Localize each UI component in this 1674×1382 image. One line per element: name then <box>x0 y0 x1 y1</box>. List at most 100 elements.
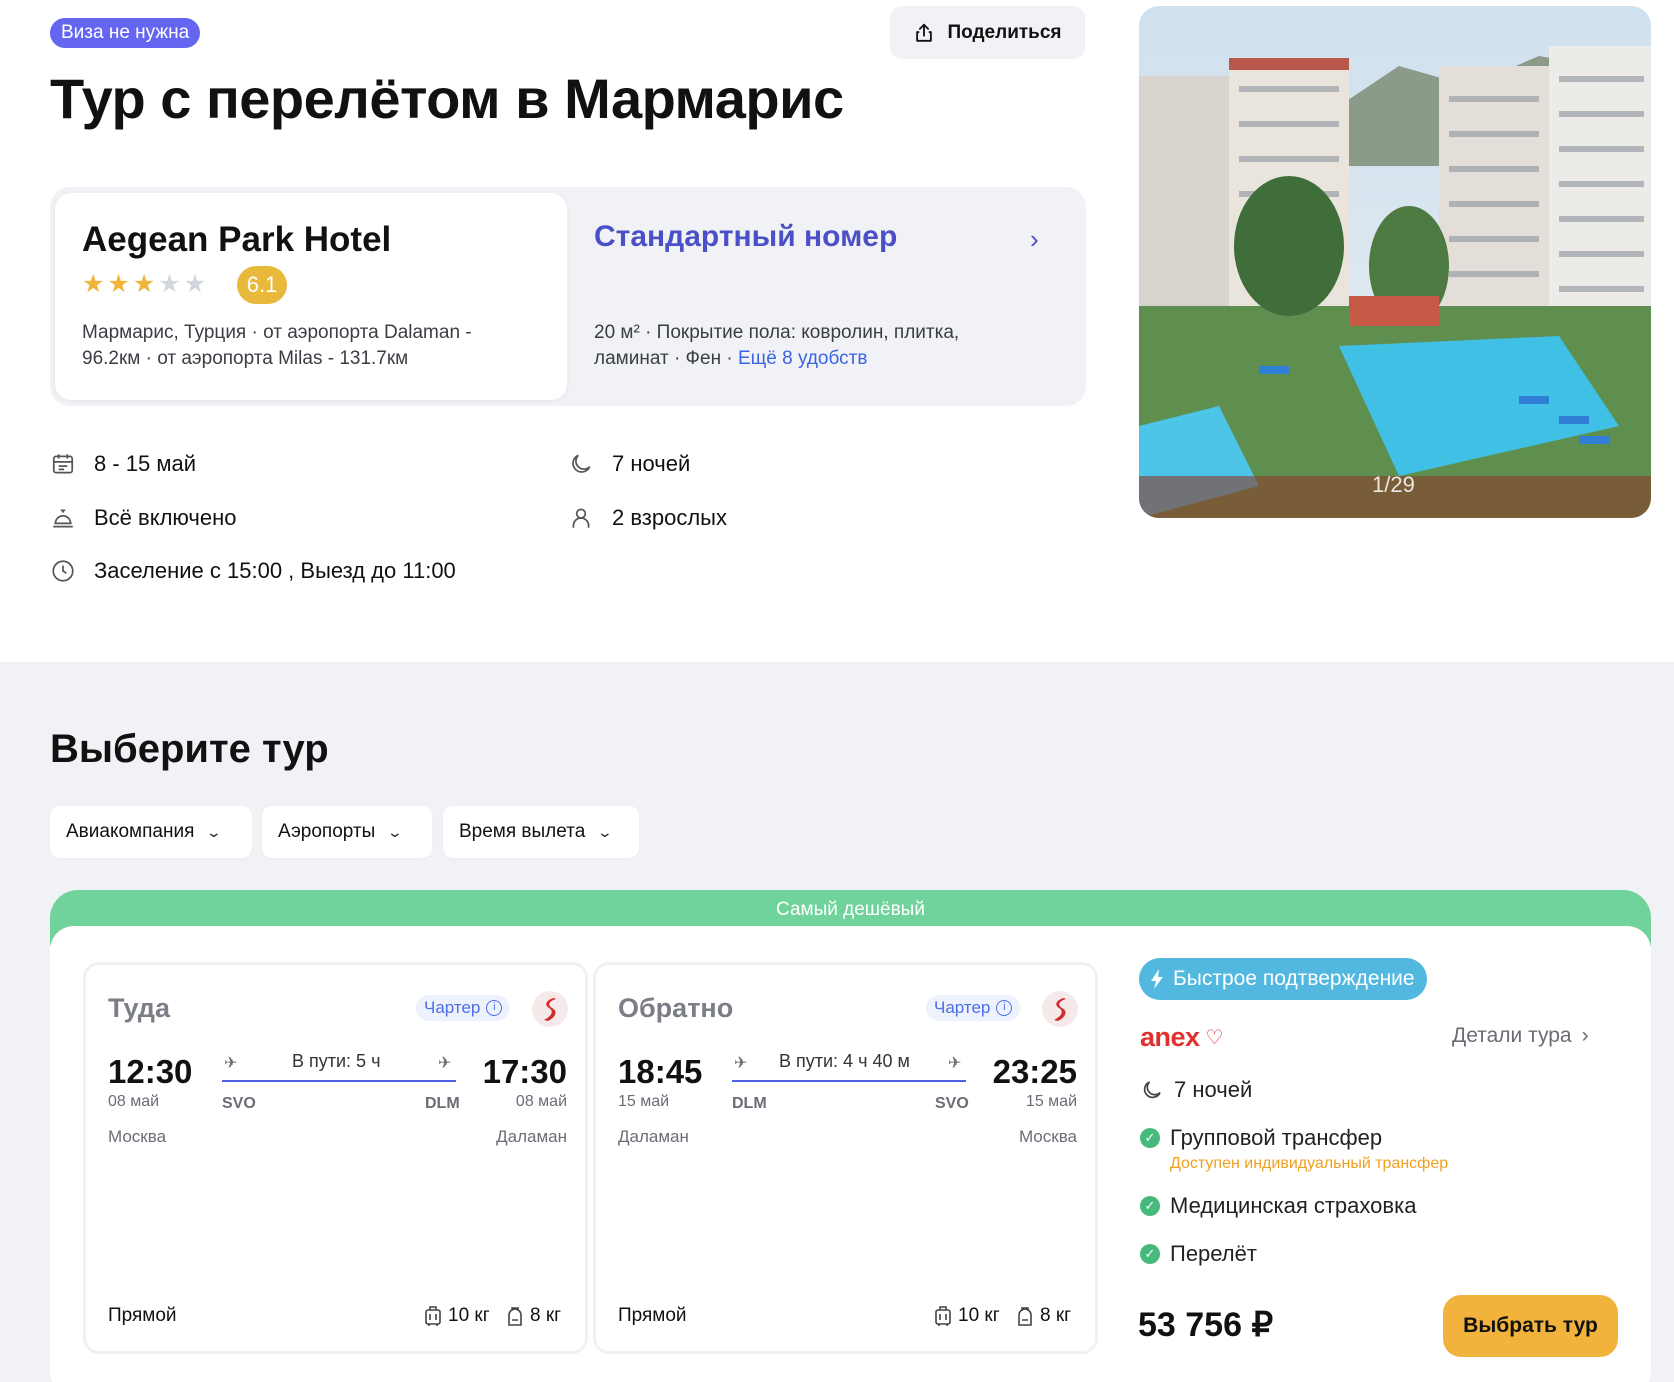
section-title: Выберите тур <box>50 727 329 771</box>
clock-icon <box>52 560 74 582</box>
airline-logo-icon <box>1042 991 1078 1027</box>
food-bell-icon <box>53 509 73 528</box>
star-icon: ★ <box>82 270 105 298</box>
trip-dates: 8 - 15 май <box>50 451 196 477</box>
moon-icon <box>1143 1081 1161 1099</box>
tour-price: 53 756 ₽ <box>1138 1306 1274 1344</box>
filter-label: Время вылета <box>459 821 586 842</box>
fast-confirmation-label: Быстрое подтверждение <box>1173 967 1415 990</box>
flight-outbound: Туда Чартер i 12:30 08 май Москва ✈ В пу… <box>83 962 588 1354</box>
arrival-airport-code: SVO <box>935 1095 969 1112</box>
arrival-city: Москва <box>1018 1127 1077 1146</box>
choose-tour-button[interactable]: Выбрать тур <box>1443 1295 1618 1357</box>
flight-type: Прямой <box>108 1305 177 1326</box>
flight-return: Обратно Чартер i 18:45 15 май Даламан ✈ … <box>593 962 1098 1354</box>
room-desc-line2: ламинат · Фен · Ещё 8 удобств <box>594 346 1054 372</box>
filter-airports[interactable]: Аэропорты ⌄ <box>262 806 432 858</box>
room-desc-line: 20 м² · Покрытие пола: ковролин, плитка, <box>594 322 960 343</box>
check-icon: ✓ <box>1140 1128 1160 1148</box>
visa-badge: Виза не нужна <box>50 18 201 48</box>
hand-luggage-weight: 8 кг <box>530 1305 562 1326</box>
landing-icon: ✈ <box>438 1055 452 1072</box>
tour-details-label: Детали тура <box>1452 1024 1572 1047</box>
star-icon: ★ <box>132 270 156 298</box>
charter-label: Чартер <box>424 998 481 1017</box>
arrival-time: 17:30 <box>482 1053 567 1090</box>
operator-logo: anex ♡ <box>1140 1022 1223 1053</box>
chevron-down-icon: ⌄ <box>206 823 223 840</box>
arrival-airport-code: DLM <box>425 1095 460 1112</box>
takeoff-icon: ✈ <box>734 1055 748 1072</box>
star-icon: ★ <box>107 270 130 298</box>
hotel-location: Мармарис, Турция · от аэропорта Dalaman … <box>82 320 522 372</box>
gallery-counter: 1/29 <box>1372 472 1415 497</box>
lightning-icon <box>1151 969 1163 989</box>
suitcase-icon <box>425 1306 441 1326</box>
filter-departure-time[interactable]: Время вылета ⌄ <box>443 806 639 858</box>
calendar-icon <box>52 454 74 474</box>
route-line <box>222 1080 456 1082</box>
page-title: Тур с перелётом в Мармарис <box>50 67 844 130</box>
moon-icon <box>572 454 591 473</box>
operator-name: anex <box>1140 1022 1200 1052</box>
departure-date: 08 май <box>108 1093 160 1110</box>
hotel-photo[interactable] <box>1139 6 1651 518</box>
charter-label: Чартер <box>934 998 991 1017</box>
filter-airline[interactable]: Авиакомпания ⌄ <box>50 806 252 858</box>
charter-badge[interactable]: Чартер i <box>416 995 511 1021</box>
check-icon: ✓ <box>1140 1196 1160 1216</box>
hand-luggage-info: 8 кг <box>506 1305 561 1327</box>
arrival-date: 15 май <box>1025 1093 1077 1110</box>
hotel-photo-illustration <box>1139 6 1651 518</box>
star-icon: ★ <box>183 270 207 298</box>
hotel-name[interactable]: Aegean Park Hotel <box>82 220 391 260</box>
charter-badge[interactable]: Чартер i <box>926 995 1021 1021</box>
flight-duration: В пути: 4 ч 40 м <box>779 1051 910 1071</box>
trip-meal: Всё включено <box>50 505 237 531</box>
hand-luggage-icon <box>1018 1307 1032 1326</box>
share-button[interactable]: Поделиться <box>890 6 1085 59</box>
departure-time: 18:45 <box>618 1053 703 1090</box>
hand-luggage-weight: 8 кг <box>1040 1305 1072 1326</box>
departure-city: Даламан <box>618 1127 689 1146</box>
room-title[interactable]: Стандартный номер <box>594 220 897 254</box>
baggage-info: 10 кг <box>934 1305 1000 1327</box>
meal-text: Всё включено <box>94 505 237 530</box>
baggage-info: 10 кг <box>424 1305 490 1327</box>
person-icon <box>572 508 590 528</box>
arrival-time: 23:25 <box>992 1053 1077 1090</box>
included-flight-label: Перелёт <box>1170 1241 1257 1266</box>
flight-duration: В пути: 5 ч <box>292 1051 381 1071</box>
hotel-stars: ★ ★ ★ ★ ★ <box>82 272 206 297</box>
included-transfer-label: Групповой трансфер <box>1170 1125 1383 1150</box>
checkin-text: Заселение с 15:00 , Выезд до 11:00 <box>94 558 456 583</box>
more-amenities-link[interactable]: Ещё 8 удобств <box>738 348 867 369</box>
departure-airport-code: SVO <box>222 1095 256 1112</box>
chevron-right-icon[interactable]: › <box>1030 224 1039 255</box>
suitcase-icon <box>935 1306 951 1326</box>
included-insurance: ✓ Медицинская страховка <box>1140 1193 1416 1219</box>
offer-nights-text: 7 ночей <box>1174 1077 1253 1102</box>
trip-checkin: Заселение с 15:00 , Выезд до 11:00 <box>50 558 456 584</box>
departure-airport-code: DLM <box>732 1095 767 1112</box>
departure-city: Москва <box>108 1127 167 1146</box>
hand-luggage-icon <box>508 1307 522 1326</box>
star-icon: ★ <box>158 270 181 298</box>
departure-time: 12:30 <box>108 1053 193 1090</box>
chevron-down-icon: ⌄ <box>596 823 614 840</box>
chevron-right-icon: › <box>1581 1024 1589 1047</box>
tour-details-link[interactable]: Детали тура › <box>1452 1024 1589 1048</box>
chevron-down-icon: ⌄ <box>386 823 404 840</box>
baggage-weight: 10 кг <box>448 1305 490 1326</box>
route-line <box>732 1080 966 1082</box>
included-insurance-label: Медицинская страховка <box>1170 1193 1417 1218</box>
check-icon: ✓ <box>1140 1244 1160 1264</box>
trip-guests: 2 взрослых <box>568 505 727 531</box>
flight-direction: Туда <box>108 993 170 1023</box>
trip-nights: 7 ночей <box>568 451 690 477</box>
departure-date: 15 май <box>618 1093 670 1110</box>
arrival-date: 08 май <box>515 1093 567 1110</box>
transfer-note: Доступен индивидуальный трансфер <box>1170 1155 1449 1172</box>
nights-text: 7 ночей <box>612 451 691 476</box>
heart-icon: ♡ <box>1205 1027 1224 1049</box>
